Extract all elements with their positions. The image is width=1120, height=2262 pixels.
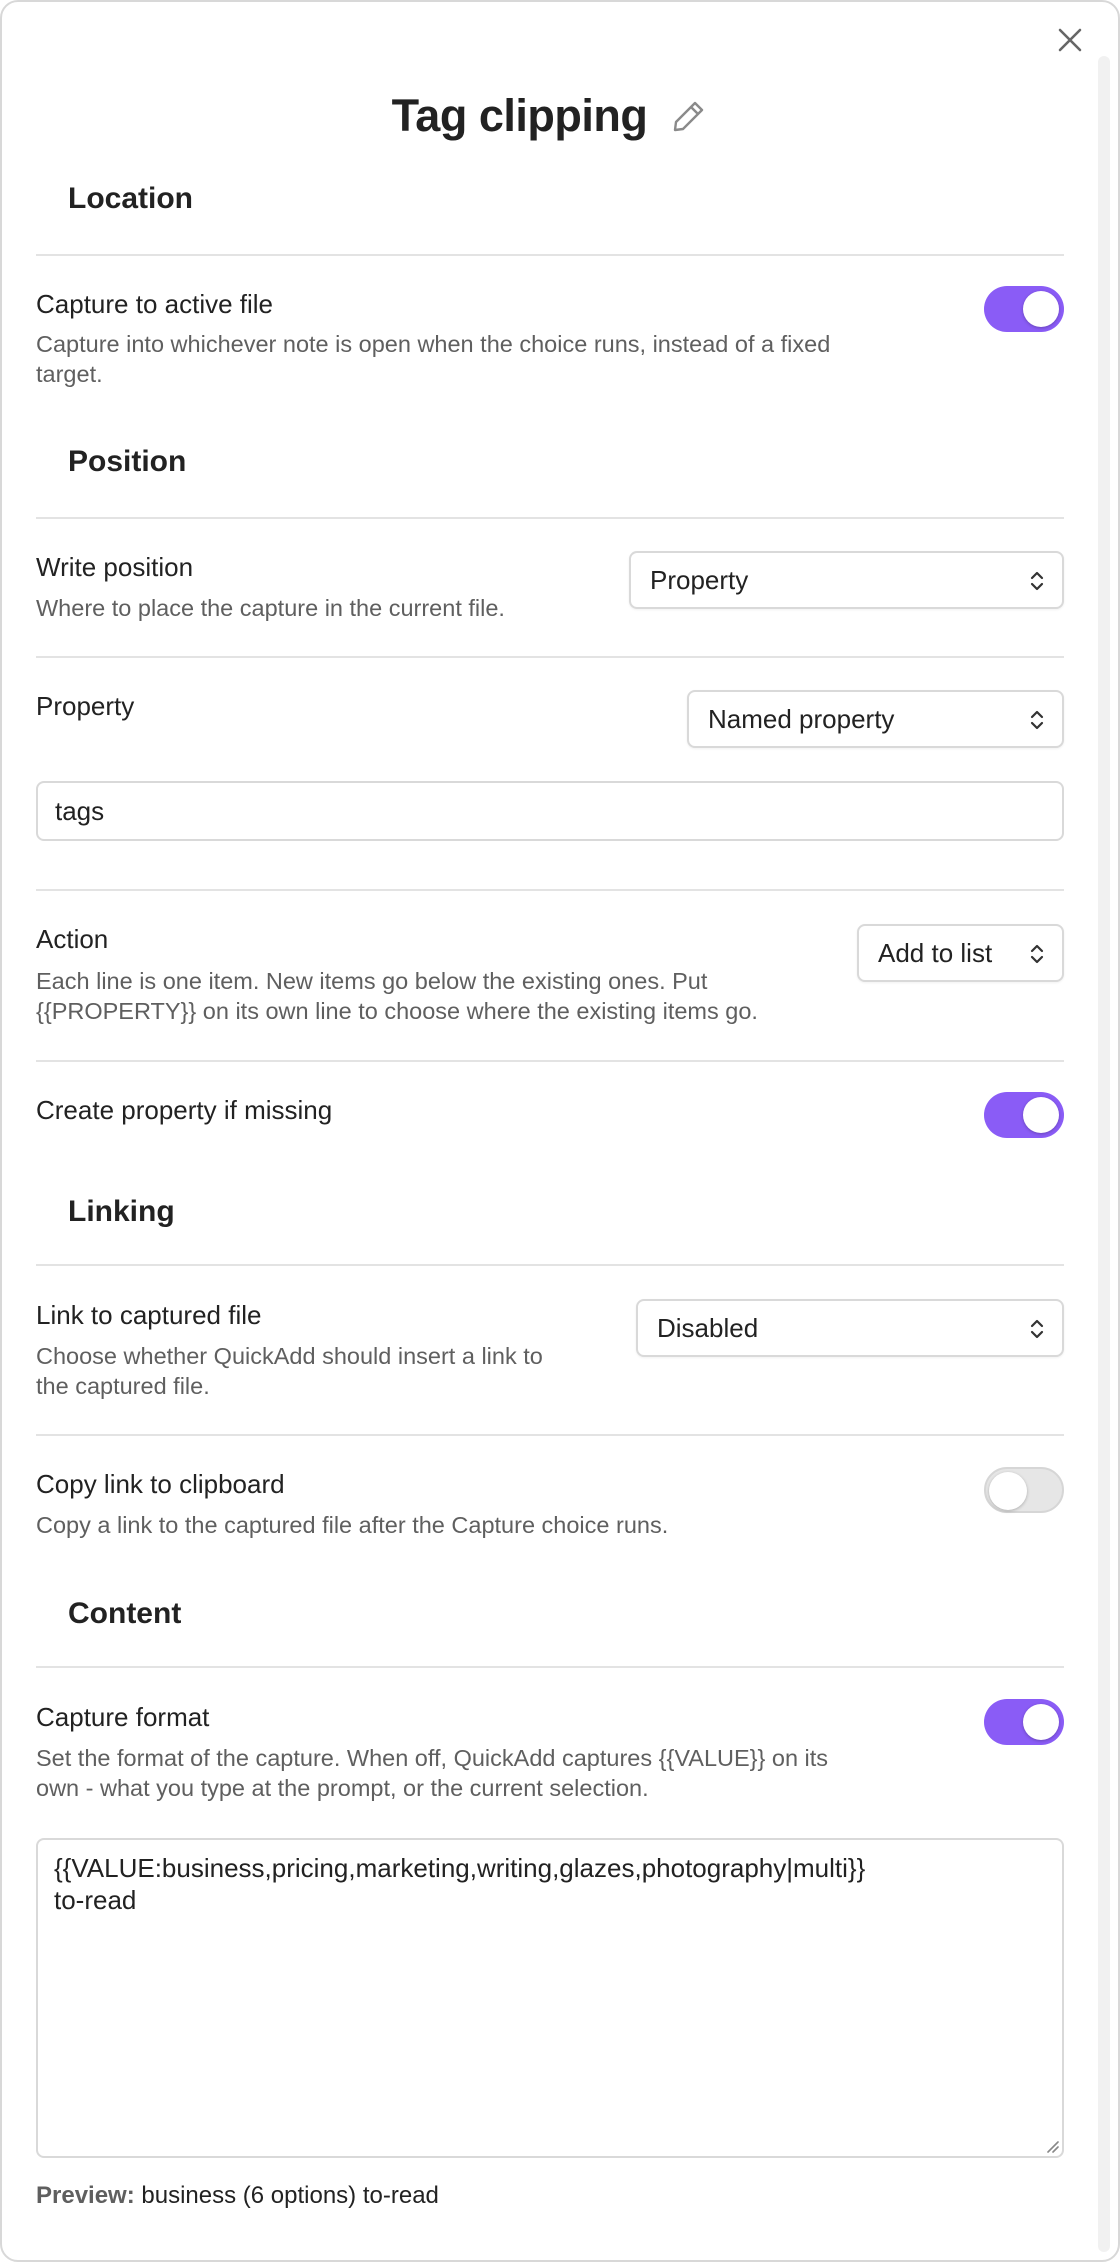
link-captured-value: Disabled — [657, 1313, 759, 1343]
chevron-updown-icon — [1030, 571, 1044, 591]
link-captured-desc-2: the captured file. — [36, 1373, 210, 1399]
preview-label: Preview: — [36, 2182, 135, 2209]
link-captured-label: Link to captured file — [36, 1300, 262, 1330]
link-captured-select[interactable]: Disabled — [636, 1299, 1064, 1357]
action-desc-2: {{PROPERTY}} on its own line to choose w… — [36, 998, 758, 1024]
chevron-updown-icon — [1030, 1319, 1044, 1339]
capture-active-toggle[interactable] — [984, 286, 1064, 332]
divider — [36, 889, 1064, 891]
property-name-input[interactable]: tags — [36, 781, 1064, 841]
action-label: Action — [36, 924, 109, 954]
copy-link-label: Copy link to clipboard — [36, 1469, 285, 1499]
capture-format-textarea[interactable]: {{VALUE:business,pricing,marketing,writi… — [36, 1838, 1064, 2158]
toggle-knob — [989, 1472, 1027, 1510]
close-icon[interactable] — [1054, 24, 1086, 56]
capture-format-desc-2: own - what you type at the prompt, or th… — [36, 1775, 649, 1801]
write-position-select[interactable]: Property — [629, 551, 1064, 609]
create-property-toggle[interactable] — [984, 1092, 1064, 1138]
toggle-knob — [1023, 1097, 1059, 1133]
write-position-value: Property — [650, 565, 749, 595]
capture-active-desc-1: Capture into whichever note is open when… — [36, 331, 831, 357]
property-mode-value: Named property — [708, 704, 895, 734]
scrollbar[interactable] — [1098, 56, 1110, 2252]
pencil-icon[interactable] — [671, 93, 707, 145]
divider — [36, 1434, 1064, 1436]
section-heading-position: Position — [68, 445, 187, 478]
link-captured-desc-1: Choose whether QuickAdd should insert a … — [36, 1343, 543, 1369]
capture-format-template: {{VALUE:business,pricing,marketing,writi… — [54, 1853, 866, 1915]
preview-line: Preview: business (6 options) to-read — [36, 2182, 439, 2210]
toggle-knob — [1023, 1704, 1059, 1740]
divider — [36, 254, 1064, 256]
section-heading-content: Content — [68, 1597, 182, 1630]
write-position-desc: Where to place the capture in the curren… — [36, 595, 505, 621]
divider — [36, 517, 1064, 519]
capture-choice-modal: Tag clipping Location Capture to active … — [0, 0, 1120, 2262]
resize-handle-icon[interactable] — [1043, 2137, 1059, 2153]
divider — [36, 1666, 1064, 1668]
write-position-label: Write position — [36, 552, 194, 582]
chevron-updown-icon — [1030, 710, 1044, 730]
property-label: Property — [36, 691, 135, 721]
preview-value: business (6 options) to-read — [141, 2182, 439, 2209]
copy-link-desc: Copy a link to the captured file after t… — [36, 1512, 669, 1538]
divider — [36, 1060, 1064, 1062]
action-desc-1: Each line is one item. New items go belo… — [36, 968, 708, 994]
capture-format-desc-1: Set the format of the capture. When off,… — [36, 1745, 829, 1771]
action-select[interactable]: Add to list — [857, 924, 1064, 982]
capture-format-toggle[interactable] — [984, 1699, 1064, 1745]
modal-title: Tag clipping — [391, 90, 648, 141]
action-value: Add to list — [878, 938, 993, 968]
section-heading-location: Location — [68, 182, 193, 215]
divider — [36, 1264, 1064, 1266]
toggle-knob — [1023, 291, 1059, 327]
capture-active-desc-2: target. — [36, 361, 103, 387]
property-mode-select[interactable]: Named property — [687, 690, 1064, 748]
capture-active-label: Capture to active file — [36, 289, 274, 319]
capture-format-label: Capture format — [36, 1702, 210, 1732]
chevron-updown-icon — [1030, 944, 1044, 964]
copy-link-toggle[interactable] — [984, 1467, 1064, 1513]
create-property-label: Create property if missing — [36, 1095, 333, 1125]
section-heading-linking: Linking — [68, 1195, 175, 1228]
modal-title-row: Tag clipping — [2, 90, 1097, 145]
divider — [36, 656, 1064, 658]
